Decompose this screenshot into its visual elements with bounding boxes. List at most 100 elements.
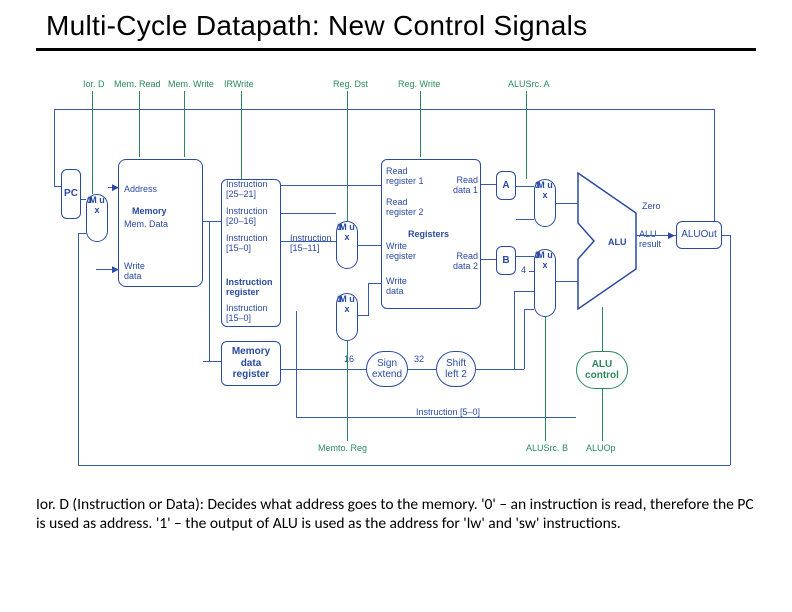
wire-sl-out	[476, 369, 524, 370]
lbl-16: 16	[344, 354, 354, 364]
lbl-wd2: Write data	[386, 276, 416, 296]
lbl-address: Address	[124, 184, 157, 194]
wire-i50-v	[296, 311, 297, 417]
signal-regdst: Reg. Dst	[333, 79, 368, 89]
wire-mem-ir	[203, 221, 221, 222]
line-regwrite	[420, 91, 421, 157]
wire-pc-in-h	[54, 186, 61, 187]
wire-mdr-tap	[209, 221, 210, 361]
line-regdst	[347, 91, 348, 221]
mux-alusrca: 0M u x1	[534, 179, 556, 227]
signal-alusrca: ALUSrc. A	[508, 79, 550, 89]
wire-aluout-r	[722, 235, 730, 236]
lbl-zero: Zero	[642, 201, 661, 211]
line-alusrca	[526, 91, 527, 179]
wire-wr	[358, 245, 381, 246]
wire-wd	[96, 269, 118, 270]
wire-a-in	[481, 184, 496, 185]
lbl-i150b: Instruction [15–0]	[226, 303, 276, 323]
wire-se-in	[281, 369, 366, 370]
lbl-registers: Registers	[408, 229, 449, 239]
lbl-memdata: Mem. Data	[124, 219, 168, 229]
wire-mtr-out	[358, 315, 368, 316]
lbl-rr1: Read register 1	[386, 166, 426, 186]
wire-pc-in-v	[54, 109, 55, 187]
signal-regwrite: Reg. Write	[398, 79, 440, 89]
lbl-ir: Instruction register	[226, 277, 278, 297]
line-alusrcb	[545, 317, 546, 441]
block-aluout: ALUOut	[676, 221, 722, 249]
line-iord	[92, 91, 93, 194]
line-memtoreg	[347, 341, 348, 441]
lbl-i2016: Instruction [20–16]	[226, 206, 276, 226]
wire-alu-a	[556, 203, 578, 204]
lbl-writedata: Write data	[124, 261, 154, 281]
wire-pc-out	[81, 199, 86, 200]
lbl-wr: Write register	[386, 241, 426, 261]
page-title: Multi-Cycle Datapath: New Control Signal…	[0, 0, 792, 46]
signal-iord: Ior. D	[83, 79, 105, 89]
lbl-four: 4	[521, 265, 526, 275]
mux-iord: 0M u x1	[86, 194, 108, 242]
signal-memread: Mem. Read	[114, 79, 161, 89]
signal-memtoreg: Memto. Reg	[318, 443, 367, 453]
wire-iord1-v	[78, 233, 79, 465]
wire-i50	[296, 417, 576, 418]
lbl-alu: ALU	[608, 237, 627, 247]
signal-irwrite: IRWrite	[224, 79, 254, 89]
lbl-aluresult: ALU result	[639, 229, 669, 249]
lbl-rd2: Read data 2	[448, 251, 478, 271]
lbl-32: 32	[414, 354, 424, 364]
mux-alusrcb: 01M u x23	[534, 249, 556, 317]
lbl-rd1: Read data 1	[448, 175, 478, 195]
mux-regdst: 0M u x1	[336, 221, 358, 269]
lbl-memory: Memory	[132, 206, 167, 216]
wire-se-out	[408, 369, 436, 370]
signal-alusrcb: ALUSrc. B	[526, 443, 568, 453]
lbl-rr2: Read register 2	[386, 197, 426, 217]
wire-4	[529, 271, 534, 272]
wire-rd-a	[281, 213, 336, 214]
wire-iord1-h	[78, 233, 86, 234]
arrow-addr: ▶	[112, 182, 119, 193]
block-alucontrol: ALU control	[576, 351, 628, 389]
wire-bottom-bus	[78, 465, 730, 466]
wire-aluout-down	[730, 235, 731, 465]
wire-b-srcb	[516, 256, 534, 257]
lbl-i50: Instruction [5–0]	[416, 407, 480, 417]
wire-srcb2-h	[514, 291, 534, 292]
arrow-aluout: ▶	[668, 230, 675, 241]
wire-rr1	[281, 185, 381, 186]
lbl-i1511: Instruction [15–11]	[290, 233, 340, 253]
wire-mtr-up	[368, 283, 369, 316]
wire-alu-b	[556, 281, 578, 282]
block-b: B	[496, 246, 516, 275]
wire-wd-in	[368, 283, 381, 284]
wire-aluout-up	[714, 109, 715, 221]
wire-srcb2-v	[514, 291, 515, 369]
block-pc: PC	[61, 169, 81, 219]
line-aluctl-up	[602, 307, 603, 351]
signal-aluop: ALUOp	[586, 443, 616, 453]
description-text: Ior. D (Instruction or Data): Decides wh…	[0, 491, 792, 534]
wire-a-srca	[516, 219, 534, 220]
wire-b-in	[481, 259, 496, 260]
wire-rd-b	[281, 241, 336, 242]
wire-srcb3-v	[524, 309, 525, 369]
line-aluop	[602, 389, 603, 441]
wire-pc-srca	[516, 186, 534, 187]
lbl-i2521: Instruction [25–21]	[226, 179, 276, 199]
wire-top-bus	[54, 109, 714, 110]
signal-memwrite: Mem. Write	[168, 79, 214, 89]
line-irwrite	[241, 91, 242, 179]
mux-memtoreg: 0M u x1	[336, 293, 358, 341]
line-memread	[139, 91, 140, 157]
block-mdr: Memory data register	[221, 341, 281, 386]
diagram: Ior. D Mem. Read Mem. Write IRWrite Reg.…	[36, 51, 756, 491]
block-sl2: Shift left 2	[436, 351, 476, 387]
wire-mdr-in	[203, 361, 221, 362]
wire-srcb3-h	[524, 309, 534, 310]
line-memwrite	[184, 91, 185, 157]
block-signext: Sign extend	[366, 351, 408, 387]
lbl-i150a: Instruction [15–0]	[226, 233, 276, 253]
